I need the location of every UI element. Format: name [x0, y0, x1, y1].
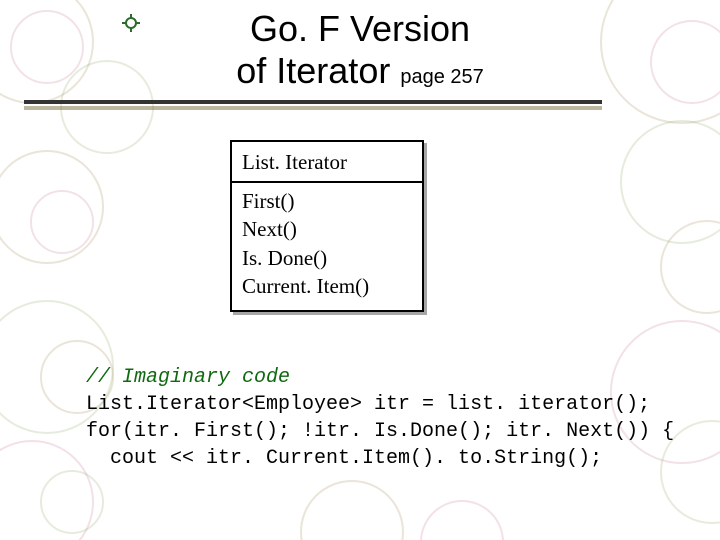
uml-class-box: List. Iterator First() Next() Is. Done()… — [230, 140, 424, 312]
code-line: for(itr. First(); !itr. Is.Done(); itr. … — [86, 420, 674, 443]
title-line2: of Iterator page 257 — [0, 50, 720, 92]
code-snippet: // Imaginary code List.Iterator<Employee… — [86, 364, 674, 472]
uml-class-name: List. Iterator — [232, 142, 422, 183]
slide-title: Go. F Version of Iterator page 257 — [0, 8, 720, 92]
uml-operations: First() Next() Is. Done() Current. Item(… — [232, 183, 422, 310]
uml-op: Current. Item() — [242, 272, 412, 300]
code-line: cout << itr. Current.Item(). to.String()… — [86, 447, 602, 470]
title-line2-prefix: of Iterator — [236, 50, 400, 91]
code-comment: // Imaginary code — [86, 366, 290, 389]
uml-op: Is. Done() — [242, 244, 412, 272]
title-underline — [24, 100, 602, 104]
uml-op: Next() — [242, 215, 412, 243]
title-page-label: page 257 — [400, 66, 483, 88]
uml-op: First() — [242, 187, 412, 215]
title-line1: Go. F Version — [0, 8, 720, 50]
code-line: List.Iterator<Employee> itr = list. iter… — [86, 393, 650, 416]
